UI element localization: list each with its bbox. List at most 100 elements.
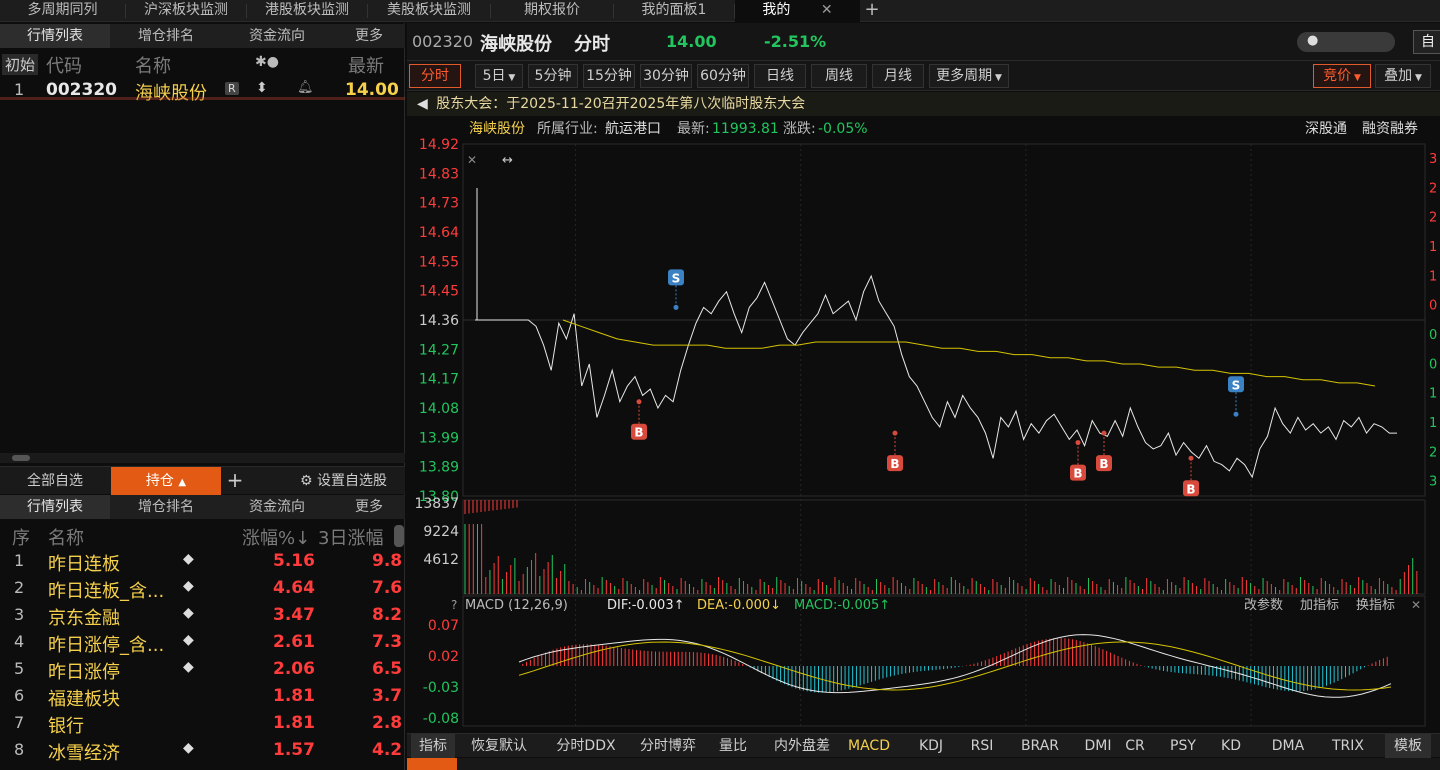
indicator-tab-15[interactable]: TRIX: [1327, 734, 1369, 758]
indicator-tab-5[interactable]: 内外盘差: [763, 734, 841, 758]
macd-close-icon[interactable]: ✕: [1411, 598, 1421, 612]
period-5day[interactable]: 5日 ▼: [475, 64, 523, 88]
auction-button[interactable]: 竞价 ▼: [1313, 64, 1371, 88]
rank-change: 2.61: [273, 632, 315, 652]
indicator-tab-0[interactable]: 指标: [411, 734, 455, 758]
marker-label: S: [672, 271, 681, 285]
tab-quote-list[interactable]: 行情列表: [0, 24, 110, 48]
indicator-tab-6[interactable]: MACD: [845, 734, 893, 758]
macd-btn1[interactable]: 改参数: [1244, 597, 1283, 613]
tab-fund-flow-2[interactable]: 资金流向: [222, 495, 332, 519]
volume-tick-label: 13837: [414, 496, 459, 512]
diamond-icon: ◆: [183, 632, 194, 648]
indicator-tab-9[interactable]: BRAR: [1007, 734, 1073, 758]
indicator-tab-12[interactable]: PSY: [1163, 734, 1203, 758]
indicator-tab-8[interactable]: RSI: [960, 734, 1004, 758]
footer-active-tab[interactable]: [407, 758, 457, 770]
tab-position-rank-2[interactable]: 增仓排名: [111, 495, 221, 519]
rank-row[interactable]: 5 昨日涨停 ◆ 2.06 6.5: [0, 656, 405, 683]
marker-label: B: [634, 426, 643, 440]
price-title: 14.00: [666, 32, 717, 51]
col-rank-name[interactable]: 名称: [48, 524, 84, 550]
add-group-button[interactable]: +: [222, 467, 248, 495]
period-30min[interactable]: 30分钟: [640, 64, 692, 88]
tab-my-panel-1[interactable]: 我的面板1: [614, 0, 734, 22]
tab-option-quote[interactable]: 期权报价: [491, 0, 613, 22]
v-scrollbar-thumb[interactable]: [394, 525, 404, 547]
rank-row[interactable]: 7 银行 1.81 2.8: [0, 710, 405, 737]
indicator-tab-2[interactable]: 分时DDX: [547, 734, 625, 758]
tab-quote-list-2[interactable]: 行情列表: [0, 495, 110, 519]
indicator-tab-7[interactable]: KDJ: [910, 734, 952, 758]
h-scrollbar-thumb[interactable]: [12, 455, 30, 461]
tab-hs-sector-monitor[interactable]: 沪深板块监测: [126, 0, 246, 22]
price-tick-label: 14.45: [419, 284, 459, 300]
custom-button[interactable]: 自: [1413, 30, 1440, 54]
rank-name: 昨日涨停: [48, 662, 120, 683]
indicator-tab-1[interactable]: 恢复默认: [463, 734, 535, 758]
indicator-tab-14[interactable]: DMA: [1267, 734, 1309, 758]
rank-change: 2.06: [273, 659, 315, 679]
setting-watchlist-button[interactable]: ⚙ 设置自选股: [300, 467, 405, 495]
add-tab-icon[interactable]: +: [862, 0, 882, 22]
hold-label: 持仓: [145, 473, 174, 489]
rank-3d-change: 9.8: [372, 551, 403, 571]
indicator-tab-10[interactable]: DMI: [1083, 734, 1113, 758]
col-change[interactable]: 涨幅%↓: [242, 524, 310, 550]
period-day[interactable]: 日线: [754, 64, 806, 88]
period-week[interactable]: 周线: [811, 64, 867, 88]
tab-fund-flow[interactable]: 资金流向: [222, 24, 332, 48]
col-name[interactable]: 名称: [135, 52, 171, 78]
bell-icon[interactable]: 🔔︎: [297, 80, 314, 95]
indicator-tab-13[interactable]: KD: [1216, 734, 1246, 758]
stock-code-title: 002320: [412, 32, 474, 51]
notice-bar[interactable]: ◀ 股东大会：于2025-11-20召开2025年第八次临时股东大会: [407, 92, 1440, 116]
tab-more[interactable]: 更多: [333, 24, 405, 48]
tab-hk-sector-monitor[interactable]: 港股板块监测: [247, 0, 367, 22]
col-latest[interactable]: 最新: [348, 52, 384, 78]
intraday-chart[interactable]: 14.92 14.83 14.73 14.64 14.55 14.45 14.36 14.27…: [407, 136, 1440, 756]
rank-row[interactable]: 6 福建板块 1.81 3.7: [0, 683, 405, 710]
period-15min[interactable]: 15分钟: [583, 64, 635, 88]
col-index[interactable]: 序: [12, 524, 30, 550]
tab-us-sector-monitor[interactable]: 美股板块监测: [368, 0, 490, 22]
left-panel: 行情列表 增仓排名 资金流向 更多 初始 代码 名称 ✱● 最新 1 00232…: [0, 23, 405, 770]
indicator-tab-11[interactable]: CR: [1119, 734, 1151, 758]
triangle-up-icon: ▲: [178, 477, 187, 488]
star-dot-icon[interactable]: ✱●: [255, 54, 279, 70]
chevron-down-icon: ▼: [1351, 73, 1361, 83]
search-icon: ●: [1307, 33, 1319, 48]
tab-mine[interactable]: 我的 ✕: [735, 0, 860, 22]
col-3d-change[interactable]: 3日涨幅: [318, 524, 383, 550]
macd-btn2[interactable]: 加指标: [1300, 598, 1339, 613]
rank-row[interactable]: 3 京东金融 ◆ 3.47 8.2: [0, 602, 405, 629]
close-icon[interactable]: ✕: [821, 2, 833, 18]
period-month[interactable]: 月线: [872, 64, 924, 88]
rank-row[interactable]: 2 昨日连板_含... ◆ 4.64 7.6: [0, 575, 405, 602]
h-scrollbar[interactable]: [0, 453, 405, 463]
col-init[interactable]: 初始: [2, 54, 39, 75]
macd-tick-label: 0.02: [428, 649, 459, 665]
rank-row[interactable]: 4 昨日涨停_含... ◆ 2.61 7.3: [0, 629, 405, 656]
search-input[interactable]: ●: [1297, 32, 1395, 52]
rank-row[interactable]: 1 昨日连板 ◆ 5.16 9.8: [0, 548, 405, 575]
period-60min[interactable]: 60分钟: [697, 64, 749, 88]
indicator-tab-4[interactable]: 量比: [710, 734, 756, 758]
period-5min[interactable]: 5分钟: [528, 64, 578, 88]
indicator-tab-3[interactable]: 分时博弈: [632, 734, 704, 758]
tab-position-rank[interactable]: 增仓排名: [111, 24, 221, 48]
rank-row[interactable]: 8 冰雪经济 ◆ 1.57 4.2: [0, 737, 405, 764]
hold-button[interactable]: 持仓 ▲: [111, 467, 221, 495]
period-more[interactable]: 更多周期 ▼: [929, 64, 1009, 88]
tab-multi-period[interactable]: 多周期同列: [0, 0, 125, 22]
chevron-down-icon: ▼: [992, 73, 1002, 83]
macd-btn3[interactable]: 换指标: [1356, 598, 1395, 613]
indicator-tab-16[interactable]: 模板: [1385, 734, 1431, 758]
rank-name: 昨日连板: [48, 554, 120, 575]
period-minute[interactable]: 分时: [409, 64, 461, 88]
tab-more-2[interactable]: 更多: [333, 495, 405, 519]
overlay-button[interactable]: 叠加 ▼: [1375, 64, 1431, 88]
all-watchlist-button[interactable]: 全部自选: [0, 467, 110, 495]
col-code[interactable]: 代码: [46, 52, 82, 78]
right-pct-label: 2: [1429, 181, 1437, 196]
